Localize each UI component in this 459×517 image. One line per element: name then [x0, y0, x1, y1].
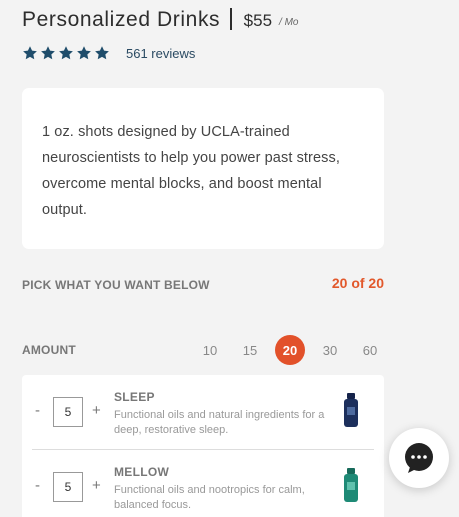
chat-button[interactable] [389, 428, 449, 488]
star-icon [77, 46, 91, 60]
product-item-description: Functional oils and natural ingredients … [114, 409, 325, 436]
amount-option-20[interactable]: 20 [275, 335, 305, 365]
star-rating [22, 45, 110, 61]
amount-option-10[interactable]: 10 [195, 335, 225, 365]
product-name: SLEEP [114, 390, 155, 404]
star-icon [59, 46, 73, 60]
pick-label: PICK WHAT YOU WANT BELOW [22, 278, 210, 292]
mellow-bottle-icon [344, 468, 358, 502]
amount-option-60[interactable]: 60 [355, 335, 385, 365]
sleep-bottle-icon [344, 393, 358, 427]
amount-options: 10 15 20 30 60 [195, 335, 395, 365]
quantity-input[interactable] [53, 472, 83, 502]
product-list: - + SLEEP Functional oils and natural in… [22, 375, 384, 517]
increment-button[interactable]: + [92, 402, 101, 419]
decrement-button[interactable]: - [35, 477, 40, 494]
star-icon [41, 46, 55, 60]
chat-bubble-icon [405, 443, 433, 473]
star-icon [95, 46, 109, 60]
price-period: / Mo [279, 17, 299, 28]
product-title: Personalized Drinks [22, 8, 221, 31]
list-item-sleep: - + SLEEP Functional oils and natural in… [22, 375, 384, 450]
product-description: 1 oz. shots designed by UCLA-trained neu… [42, 124, 340, 218]
product-price: $55 [243, 11, 273, 30]
reviews-link[interactable]: 561 reviews [126, 46, 195, 61]
star-icon [23, 46, 37, 60]
decrement-button[interactable]: - [35, 402, 40, 419]
rating-row: 561 reviews [22, 45, 195, 61]
product-name: MELLOW [114, 465, 170, 479]
product-header: Personalized Drinks $55 / Mo [22, 0, 298, 34]
quantity-input[interactable] [53, 397, 83, 427]
description-card: 1 oz. shots designed by UCLA-trained neu… [22, 88, 384, 249]
amount-label: AMOUNT [22, 343, 76, 357]
increment-button[interactable]: + [92, 477, 101, 494]
pick-count: 20 of 20 [331, 275, 384, 291]
amount-option-15[interactable]: 15 [235, 335, 265, 365]
list-item-mellow: - + MELLOW Functional oils and nootropic… [22, 450, 384, 517]
title-divider [230, 8, 232, 30]
amount-option-30[interactable]: 30 [315, 335, 345, 365]
product-item-description: Functional oils and nootropics for calm,… [114, 484, 305, 511]
